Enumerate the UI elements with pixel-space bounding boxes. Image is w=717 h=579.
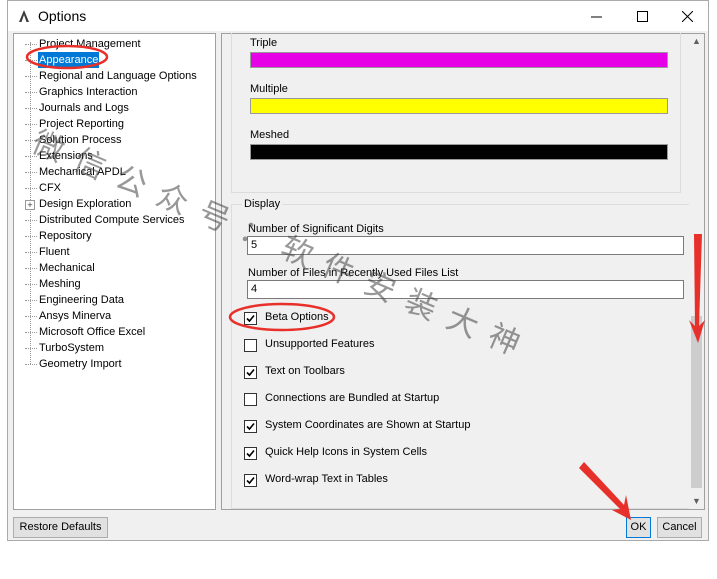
checkmark-icon xyxy=(246,476,255,485)
tree-connector xyxy=(25,284,37,285)
ok-button[interactable]: OK xyxy=(626,517,651,538)
tree-item-label: Distributed Compute Services xyxy=(39,214,185,226)
tree-item-label: Project Management xyxy=(39,38,141,50)
checkbox-label: Beta Options xyxy=(265,311,329,323)
tree-connector xyxy=(25,236,37,237)
tree-item-label: Mechanical xyxy=(39,262,95,274)
tree-connector xyxy=(25,172,37,173)
tree-connector xyxy=(25,300,37,301)
tree-item-label: Solution Process xyxy=(39,134,122,146)
panel-scrollbar[interactable]: ▲ ▼ xyxy=(689,34,704,509)
settings-panel: Triple Multiple Meshed Display Number of… xyxy=(221,33,705,510)
maximize-button[interactable] xyxy=(619,1,665,31)
checkmark-icon xyxy=(246,314,255,323)
tree-item-label: Journals and Logs xyxy=(39,102,129,114)
recent-files-label: Number of Files in Recently Used Files L… xyxy=(248,267,459,279)
display-group-title: Display xyxy=(242,198,283,210)
checkmark-icon xyxy=(246,422,255,431)
tree-connector xyxy=(25,364,37,365)
tree-connector xyxy=(25,156,37,157)
checkbox-connections-are-bundled-at-startup[interactable] xyxy=(244,393,257,406)
checkbox-quick-help-icons-in-system-cells[interactable] xyxy=(244,447,257,460)
tree-item-label: TurboSystem xyxy=(39,342,105,354)
checkbox-unsupported-features[interactable] xyxy=(244,339,257,352)
cancel-button[interactable]: Cancel xyxy=(657,517,702,538)
scroll-thumb[interactable] xyxy=(691,316,702,488)
tree-item-label: Mechanical APDL xyxy=(39,166,126,178)
multiple-color-swatch[interactable] xyxy=(250,98,668,114)
tree-item-label: CFX xyxy=(39,182,61,194)
triple-label: Triple xyxy=(250,37,278,49)
tree-item-label: Repository xyxy=(39,230,92,242)
tree-item-label: Regional and Language Options xyxy=(39,70,197,82)
tree-connector xyxy=(25,348,37,349)
checkbox-system-coordinates-are-shown-at-startup[interactable] xyxy=(244,420,257,433)
recent-files-input[interactable]: 4 xyxy=(247,280,684,299)
tree-connector xyxy=(25,252,37,253)
tree-connector xyxy=(25,220,37,221)
sig-digits-label: Number of Significant Digits xyxy=(248,223,384,235)
tree-item-label: Engineering Data xyxy=(39,294,125,306)
tree-item-label: Graphics Interaction xyxy=(39,86,138,98)
title-bar: Options xyxy=(8,1,708,31)
maximize-icon xyxy=(636,10,648,22)
meshed-color-swatch[interactable] xyxy=(250,144,668,160)
expand-icon[interactable]: + xyxy=(25,200,35,210)
tree-connector xyxy=(25,332,37,333)
tree-connector xyxy=(25,316,37,317)
checkbox-label: System Coordinates are Shown at Startup xyxy=(265,419,471,431)
tree-item-label: Geometry Import xyxy=(39,358,122,370)
tree-connector xyxy=(25,140,37,141)
tree-item-label: Microsoft Office Excel xyxy=(39,326,146,338)
tree-connector xyxy=(25,44,37,45)
checkbox-beta-options[interactable] xyxy=(244,312,257,325)
triple-color-swatch[interactable] xyxy=(250,52,668,68)
tree-item-label: Appearance xyxy=(38,52,100,68)
checkbox-word-wrap-text-in-tables[interactable] xyxy=(244,474,257,487)
tree-item-label: Ansys Minerva xyxy=(39,310,112,322)
close-button[interactable] xyxy=(664,1,710,31)
minimize-icon xyxy=(590,16,602,18)
meshed-label: Meshed xyxy=(250,129,290,141)
options-dialog: Options Project Management Appearance Regi… xyxy=(7,0,709,541)
tree-item-label: Extensions xyxy=(39,150,93,162)
tree-item-label: Design Exploration xyxy=(39,198,132,210)
multiple-label: Multiple xyxy=(250,83,288,95)
category-tree: Project Management Appearance Regional and… xyxy=(13,33,216,510)
tree-connector xyxy=(25,188,37,189)
minimize-button[interactable] xyxy=(573,1,619,31)
tree-item-label: Fluent xyxy=(39,246,70,258)
tree-connector xyxy=(25,108,37,109)
checkbox-text-on-toolbars[interactable] xyxy=(244,366,257,379)
sig-digits-input[interactable]: 5 xyxy=(247,236,684,255)
tree-connector xyxy=(25,268,37,269)
checkbox-label: Text on Toolbars xyxy=(265,365,345,377)
tree-item-label: Project Reporting xyxy=(39,118,124,130)
tree-connector xyxy=(25,76,37,77)
checkmark-icon xyxy=(246,449,255,458)
tree-item-label: Meshing xyxy=(39,278,81,290)
checkbox-label: Word-wrap Text in Tables xyxy=(265,473,388,485)
restore-defaults-button[interactable]: Restore Defaults xyxy=(13,517,108,538)
ansys-app-icon xyxy=(16,8,32,24)
scroll-down-icon[interactable]: ▼ xyxy=(689,494,704,509)
scroll-up-icon[interactable]: ▲ xyxy=(689,34,704,49)
tree-connector xyxy=(25,60,37,61)
close-icon xyxy=(681,10,693,22)
checkmark-icon xyxy=(246,368,255,377)
tree-connector xyxy=(25,92,37,93)
window-title: Options xyxy=(38,8,87,24)
checkbox-label: Connections are Bundled at Startup xyxy=(265,392,440,404)
checkbox-label: Unsupported Features xyxy=(265,338,375,350)
tree-connector xyxy=(25,124,37,125)
checkbox-label: Quick Help Icons in System Cells xyxy=(265,446,427,458)
